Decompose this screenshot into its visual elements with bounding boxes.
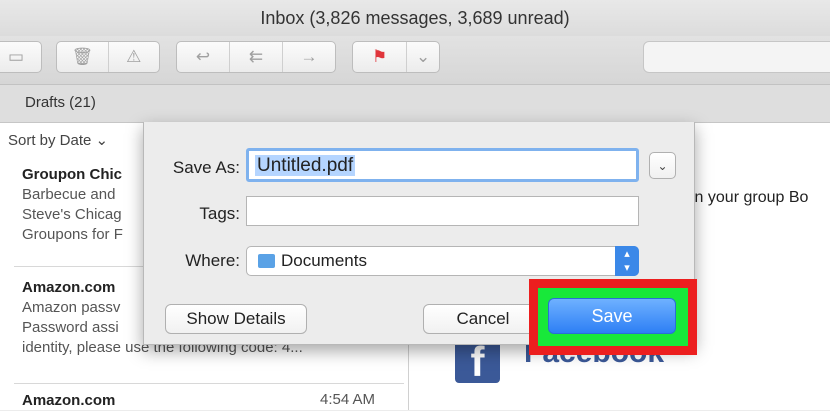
reply-group: ↩ ⇇ →	[176, 41, 336, 73]
chevron-down-icon: ⌄	[657, 158, 668, 173]
forward-icon: →	[300, 47, 318, 66]
show-details-button[interactable]: Show Details	[165, 304, 307, 334]
junk-button[interactable]: ⚠	[109, 42, 160, 72]
delete-junk-group: 🗑 ⚠	[56, 41, 160, 73]
save-as-value: Untitled.pdf	[255, 155, 356, 176]
junk-icon: ⚠	[126, 47, 142, 66]
window-title-bar: Inbox (3,826 messages, 3,689 unread)	[0, 0, 830, 36]
window-title: Inbox (3,826 messages, 3,689 unread)	[260, 8, 570, 28]
save-highlight-inner: Save	[538, 288, 688, 346]
flag-icon: ⚑	[371, 47, 388, 66]
tags-label: Tags:	[199, 204, 240, 223]
save-button[interactable]: Save	[548, 298, 676, 334]
message-time: 4:54 AM	[320, 391, 376, 408]
flag-menu-button[interactable]: ⌄	[407, 42, 439, 72]
save-as-label: Save As:	[172, 158, 240, 177]
cancel-button[interactable]: Cancel	[423, 304, 543, 334]
message-preview-line: Groupons for F	[22, 226, 123, 243]
message-preview-line: Barbecue and	[22, 186, 116, 203]
list-item[interactable]: Amazon.com	[22, 391, 115, 411]
reply-icon: ↩	[195, 47, 211, 66]
save-highlight-annotation: Save	[529, 279, 697, 355]
trash-icon: 🗑	[71, 47, 94, 66]
forward-button[interactable]: →	[283, 42, 335, 72]
favorites-bar: Drafts (21)	[0, 85, 830, 123]
expand-dialog-button[interactable]: ⌄	[649, 152, 676, 179]
toolbar: ▭ 🗑 ⚠ ↩ ⇇ → ⚑ ⌄	[0, 36, 830, 85]
reply-all-icon: ⇇	[248, 47, 264, 66]
popup-stepper-icon: ▴ ▾	[615, 246, 639, 276]
where-select[interactable]: Documents ▴ ▾	[246, 246, 639, 276]
folder-icon	[258, 254, 275, 268]
reply-all-button[interactable]: ⇇	[230, 42, 283, 72]
flag-button[interactable]: ⚑	[353, 42, 408, 72]
trash-button[interactable]: 🗑	[57, 42, 109, 72]
sort-by-date-button[interactable]: Sort by Date ⌄	[8, 131, 108, 149]
list-item[interactable]: Groupon Chic Barbecue and Steve's Chicag…	[22, 165, 123, 245]
search-input[interactable]	[643, 41, 830, 73]
archive-icon: ▭	[7, 47, 25, 66]
message-body-text: in your group Bo	[691, 189, 809, 206]
archive-button[interactable]: ▭	[0, 41, 42, 73]
flag-group: ⚑ ⌄	[352, 41, 440, 73]
drafts-mailbox[interactable]: Drafts (21)	[25, 94, 96, 111]
where-value: Documents	[281, 251, 367, 270]
save-as-field[interactable]: Untitled.pdf	[246, 148, 639, 182]
where-label: Where:	[185, 251, 240, 270]
reply-button[interactable]: ↩	[177, 42, 230, 72]
tags-field[interactable]	[246, 196, 639, 226]
message-preview-line: Steve's Chicag	[22, 206, 122, 223]
divider	[14, 383, 404, 384]
chevron-down-icon: ⌄	[415, 47, 431, 66]
message-sender: Groupon Chic	[22, 166, 122, 183]
message-sender: Amazon.com	[22, 392, 116, 409]
